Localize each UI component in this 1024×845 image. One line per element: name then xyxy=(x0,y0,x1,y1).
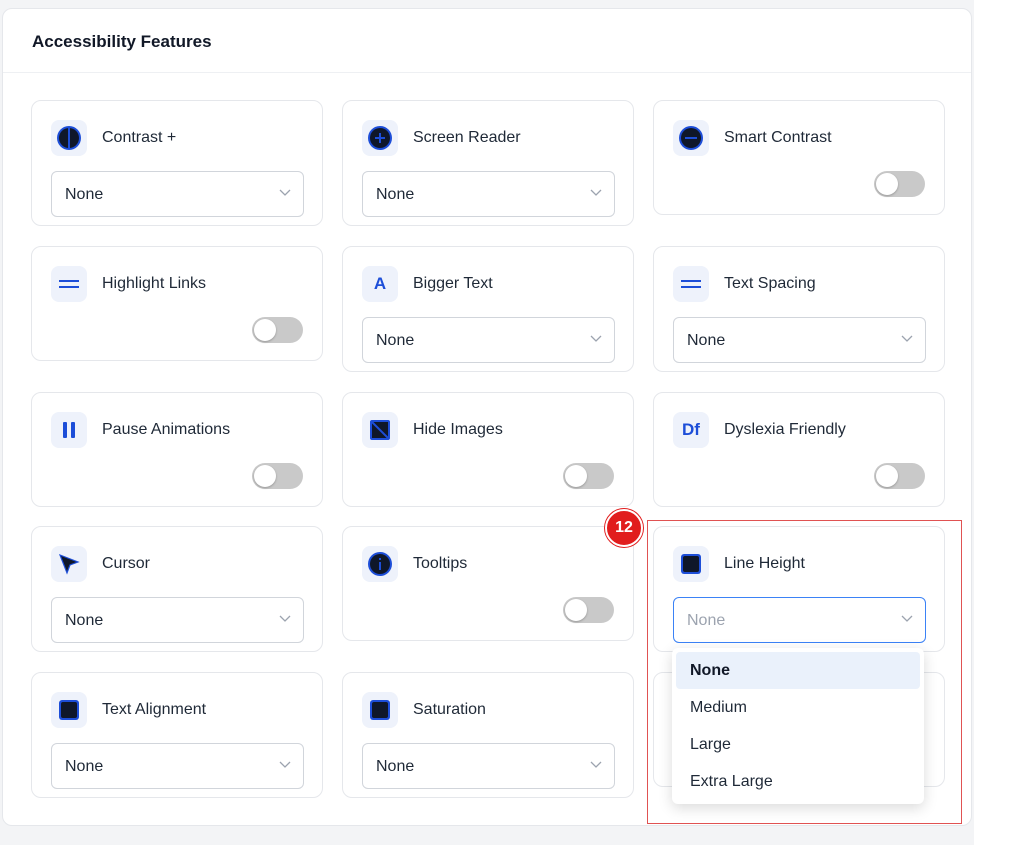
card-label: Contrast + xyxy=(102,129,177,146)
contrast-select[interactable]: None xyxy=(51,171,304,217)
card-label: Text Alignment xyxy=(102,701,207,718)
contrast-icon xyxy=(51,120,87,156)
select-value: None xyxy=(376,332,415,349)
saturation-icon xyxy=(362,692,398,728)
card-label: Dyslexia Friendly xyxy=(724,421,846,438)
chevron-down-icon xyxy=(590,335,602,342)
chevron-down-icon xyxy=(590,189,602,196)
pause-animations-toggle[interactable] xyxy=(252,463,303,489)
card-highlight-links: Highlight Links xyxy=(31,246,323,361)
dyslexia-icon: Df xyxy=(673,412,709,448)
smart-contrast-icon xyxy=(673,120,709,156)
bigger-text-select[interactable]: None xyxy=(362,317,615,363)
select-value: None xyxy=(376,186,415,203)
card-hide-images: Hide Images xyxy=(342,392,634,507)
card-label: Tooltips xyxy=(413,555,468,572)
text-alignment-icon xyxy=(51,692,87,728)
toggle-knob xyxy=(565,465,587,487)
card-text-alignment: Text Alignment None xyxy=(31,672,323,798)
select-value: None xyxy=(65,758,104,775)
screen-reader-icon xyxy=(362,120,398,156)
chevron-down-icon xyxy=(279,615,291,622)
card-label: Smart Contrast xyxy=(724,129,832,146)
highlight-links-icon xyxy=(51,266,87,302)
saturation-select[interactable]: None xyxy=(362,743,615,789)
toggle-knob xyxy=(565,599,587,621)
card-contrast-plus: Contrast + None xyxy=(31,100,323,226)
text-alignment-select[interactable]: None xyxy=(51,743,304,789)
card-label: Pause Animations xyxy=(102,421,231,438)
card-text-spacing: Text Spacing None xyxy=(653,246,945,372)
toggle-knob xyxy=(876,465,898,487)
panel-header: Accessibility Features xyxy=(3,9,971,73)
select-value: None xyxy=(376,758,415,775)
card-label: Bigger Text xyxy=(413,275,493,292)
toggle-knob xyxy=(254,319,276,341)
card-cursor: Cursor None xyxy=(31,526,323,652)
card-label: Highlight Links xyxy=(102,275,207,292)
select-value: None xyxy=(687,332,726,349)
card-label: Hide Images xyxy=(413,421,503,438)
hide-images-toggle[interactable] xyxy=(563,463,614,489)
highlight-links-toggle[interactable] xyxy=(252,317,303,343)
card-label: Screen Reader xyxy=(413,129,521,146)
pause-icon xyxy=(51,412,87,448)
card-label: Text Spacing xyxy=(724,275,816,292)
chevron-down-icon xyxy=(901,335,913,342)
card-smart-contrast: Smart Contrast xyxy=(653,100,945,215)
card-saturation: Saturation None xyxy=(342,672,634,798)
cursor-icon xyxy=(51,546,87,582)
smart-contrast-toggle[interactable] xyxy=(874,171,925,197)
chevron-down-icon xyxy=(279,189,291,196)
panel-title: Accessibility Features xyxy=(32,32,212,51)
tooltips-icon xyxy=(362,546,398,582)
bigger-text-icon: A xyxy=(362,266,398,302)
card-label: Cursor xyxy=(102,555,151,572)
toggle-knob xyxy=(876,173,898,195)
card-screen-reader: Screen Reader None xyxy=(342,100,634,226)
select-value: None xyxy=(65,612,104,629)
dyslexia-friendly-toggle[interactable] xyxy=(874,463,925,489)
card-bigger-text: A Bigger Text None xyxy=(342,246,634,372)
text-spacing-select[interactable]: None xyxy=(673,317,926,363)
step-badge: 12 xyxy=(605,509,643,547)
tooltips-toggle[interactable] xyxy=(563,597,614,623)
cursor-select[interactable]: None xyxy=(51,597,304,643)
card-dyslexia-friendly: Df Dyslexia Friendly xyxy=(653,392,945,507)
screen-reader-select[interactable]: None xyxy=(362,171,615,217)
chevron-down-icon xyxy=(279,761,291,768)
right-margin xyxy=(974,0,1024,845)
hide-images-icon xyxy=(362,412,398,448)
card-pause-animations: Pause Animations xyxy=(31,392,323,507)
toggle-knob xyxy=(254,465,276,487)
card-label: Saturation xyxy=(413,701,486,718)
text-spacing-icon xyxy=(673,266,709,302)
card-tooltips: Tooltips xyxy=(342,526,634,641)
chevron-down-icon xyxy=(590,761,602,768)
highlight-box xyxy=(647,520,962,824)
select-value: None xyxy=(65,186,104,203)
